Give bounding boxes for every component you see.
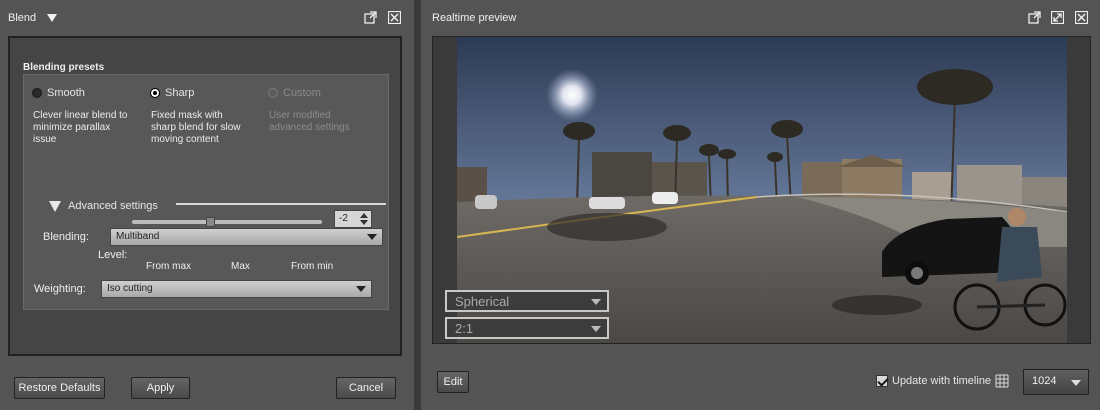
close-icon[interactable] bbox=[1075, 11, 1088, 24]
chevron-down-icon bbox=[367, 234, 377, 240]
blend-panel-title: Blend bbox=[8, 12, 37, 24]
blending-select-value: Multiband bbox=[116, 231, 160, 242]
preset-sharp-desc-line: sharp blend for slow bbox=[151, 122, 241, 133]
preset-smooth-description: Clever linear blend to minimize parallax… bbox=[33, 110, 128, 146]
apply-button[interactable]: Apply bbox=[131, 377, 190, 399]
preview-viewport[interactable]: Spherical 2:1 bbox=[432, 36, 1091, 344]
blending-presets-group: Smooth Clever linear blend to minimize p… bbox=[23, 74, 389, 310]
chevron-down-icon bbox=[591, 299, 601, 305]
preview-panel: Realtime preview Spherical 2:1 Edit Upda… bbox=[421, 0, 1100, 410]
preset-smooth-desc-line: minimize parallax bbox=[33, 122, 111, 133]
preset-sharp-desc-line: moving content bbox=[151, 134, 219, 145]
blending-select[interactable]: Multiband bbox=[110, 228, 383, 246]
blend-panel: Blend Blending presets Smooth Clever lin… bbox=[0, 0, 414, 410]
preset-smooth-label: Smooth bbox=[47, 87, 85, 99]
radio-off-icon bbox=[32, 88, 42, 98]
level-stepper[interactable]: -2 bbox=[334, 210, 372, 228]
aspect-ratio-select-value: 2:1 bbox=[455, 321, 474, 336]
level-slider-track[interactable] bbox=[132, 220, 322, 224]
preset-smooth-radio[interactable]: Smooth bbox=[32, 87, 85, 99]
preview-panel-title: Realtime preview bbox=[432, 12, 517, 24]
preset-sharp-radio[interactable]: Sharp bbox=[150, 87, 194, 99]
stepper-down-icon[interactable] bbox=[360, 220, 368, 225]
slider-label-max: Max bbox=[231, 261, 250, 272]
preset-custom-radio: Custom bbox=[268, 87, 321, 99]
grid-icon[interactable] bbox=[995, 374, 1009, 388]
resolution-select-value: 1024 bbox=[1032, 375, 1057, 387]
preset-custom-desc-line: advanced settings bbox=[269, 122, 350, 133]
weighting-select[interactable]: Iso cutting bbox=[101, 280, 372, 298]
popout-icon[interactable] bbox=[1028, 11, 1041, 24]
triangle-down-icon bbox=[49, 201, 61, 212]
panel-divider[interactable] bbox=[414, 0, 421, 410]
preset-sharp-label: Sharp bbox=[165, 87, 195, 99]
advanced-settings-toggle[interactable]: Advanced settings bbox=[48, 199, 158, 213]
preset-sharp-description: Fixed mask with sharp blend for slow mov… bbox=[151, 110, 241, 146]
weighting-label: Weighting: bbox=[34, 283, 86, 295]
projection-select-value: Spherical bbox=[455, 294, 510, 309]
chevron-down-icon bbox=[1071, 380, 1081, 386]
chevron-down-icon bbox=[591, 326, 601, 332]
preset-sharp-desc-line: Fixed mask with bbox=[151, 110, 223, 121]
radio-on-icon bbox=[150, 88, 160, 98]
level-label: Level: bbox=[98, 249, 128, 261]
resolution-select[interactable]: 1024 bbox=[1023, 369, 1089, 395]
weighting-select-value: Iso cutting bbox=[107, 283, 153, 294]
triangle-down-icon[interactable] bbox=[46, 13, 58, 23]
popout-icon[interactable] bbox=[364, 11, 377, 24]
preset-custom-label: Custom bbox=[283, 87, 321, 99]
blending-presets-title: Blending presets bbox=[23, 62, 105, 73]
advanced-settings-label: Advanced settings bbox=[68, 200, 158, 212]
fullscreen-icon[interactable] bbox=[1051, 11, 1064, 24]
radio-disabled-icon bbox=[268, 88, 278, 98]
chevron-down-icon bbox=[356, 286, 366, 292]
projection-select[interactable]: Spherical bbox=[445, 290, 609, 312]
advanced-settings-divider bbox=[176, 203, 386, 205]
update-with-timeline-checkbox[interactable]: Update with timeline bbox=[876, 374, 1009, 388]
slider-label-from-min: From min bbox=[291, 261, 334, 272]
preset-custom-desc-line: User modified bbox=[269, 110, 331, 121]
update-with-timeline-label: Update with timeline bbox=[892, 375, 992, 387]
level-value: -2 bbox=[339, 213, 348, 224]
stepper-up-icon[interactable] bbox=[360, 213, 368, 218]
cancel-button[interactable]: Cancel bbox=[336, 377, 396, 399]
checkbox-checked-icon bbox=[876, 375, 888, 387]
slider-label-from-max: From max bbox=[146, 261, 191, 272]
preset-smooth-desc-line: issue bbox=[33, 134, 57, 145]
preset-custom-description: User modified advanced settings bbox=[269, 110, 350, 134]
preset-smooth-desc-line: Clever linear blend to bbox=[33, 110, 128, 121]
level-slider-thumb[interactable] bbox=[206, 217, 215, 227]
close-icon[interactable] bbox=[388, 11, 401, 24]
blending-label: Blending: bbox=[43, 231, 89, 243]
blend-settings-frame: Blending presets Smooth Clever linear bl… bbox=[8, 36, 402, 356]
restore-defaults-button[interactable]: Restore Defaults bbox=[14, 377, 105, 399]
aspect-ratio-select[interactable]: 2:1 bbox=[445, 317, 609, 339]
edit-button[interactable]: Edit bbox=[437, 371, 469, 393]
